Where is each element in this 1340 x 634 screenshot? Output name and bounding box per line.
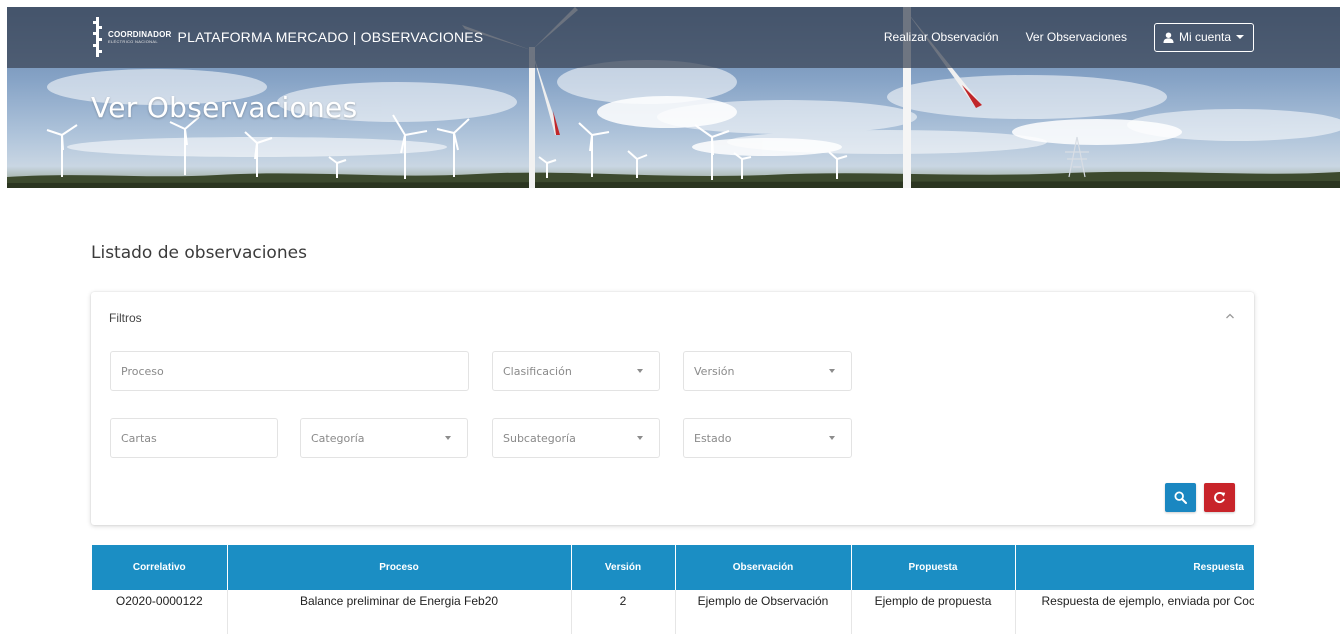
brand-subname: ELÉCTRICO NACIONAL [108,38,158,44]
cartas-field[interactable] [110,418,278,458]
search-icon [1174,491,1187,504]
estado-label: Estado [694,431,732,445]
top-navbar: COORDINADOR ELÉCTRICO NACIONAL PLATAFORM… [7,7,1340,68]
version-select[interactable]: Versión [683,351,852,391]
proceso-input[interactable] [121,364,458,378]
brand-logo[interactable]: COORDINADOR ELÉCTRICO NACIONAL PLATAFORM… [91,17,483,57]
filters-panel: Filtros Clasificación Versión Categoría … [91,292,1254,525]
clasificacion-select[interactable]: Clasificación [492,351,660,391]
chevron-down-icon [829,369,835,373]
categoria-label: Categoría [311,431,365,445]
cell-correlativo: O2020-0000122 [92,590,228,634]
account-label: Mi cuenta [1178,30,1231,44]
column-header-observacion[interactable]: Observación [675,545,852,590]
reset-button[interactable] [1204,483,1235,512]
app-title: PLATAFORMA MERCADO | OBSERVACIONES [177,29,484,45]
brand-name: COORDINADOR [108,29,172,39]
nav-realizar-observacion[interactable]: Realizar Observación [884,30,999,44]
column-header-version[interactable]: Versión [571,545,676,590]
caret-down-icon [1236,35,1244,39]
brand-wordmark: COORDINADOR ELÉCTRICO NACIONAL [108,29,172,44]
observations-table: Correlativo Proceso Versión Observación … [92,545,1254,634]
subcategoria-label: Subcategoría [503,431,576,445]
chevron-up-icon[interactable] [1224,310,1236,322]
chevron-down-icon [637,369,643,373]
logo-mark-icon [91,17,105,57]
cell-observacion: Ejemplo de Observación [675,590,852,634]
cell-version: 2 [571,590,676,634]
cell-proceso: Balance preliminar de Energia Feb20 [227,590,572,634]
clasificacion-label: Clasificación [503,364,572,378]
chevron-down-icon [445,436,451,440]
cartas-input[interactable] [121,431,267,445]
page-title: Ver Observaciones [91,91,358,124]
cell-propuesta: Ejemplo de propuesta [851,590,1016,634]
column-header-propuesta[interactable]: Propuesta [851,545,1016,590]
version-label: Versión [694,364,735,378]
subcategoria-select[interactable]: Subcategoría [492,418,660,458]
cell-respuesta: Respuesta de ejemplo, enviada por Coord [1041,594,1255,608]
account-menu-button[interactable]: Mi cuenta [1153,22,1254,52]
estado-select[interactable]: Estado [683,418,852,458]
chevron-down-icon [829,436,835,440]
column-header-correlativo[interactable]: Correlativo [92,545,228,590]
search-button[interactable] [1165,483,1196,512]
chevron-down-icon [637,436,643,440]
main-nav: Realizar Observación Ver Observaciones M… [884,21,1254,53]
table-header-row: Correlativo Proceso Versión Observación … [92,545,1254,590]
user-icon [1163,31,1174,43]
filters-heading: Filtros [109,311,142,325]
table-row[interactable]: O2020-0000122 Balance preliminar de Ener… [92,590,1254,634]
nav-ver-observaciones[interactable]: Ver Observaciones [1026,30,1127,44]
refresh-icon [1214,492,1226,504]
proceso-field[interactable] [110,351,469,391]
categoria-select[interactable]: Categoría [300,418,468,458]
column-header-respuesta[interactable]: Respuesta [1015,545,1254,590]
section-title: Listado de observaciones [91,243,307,263]
hero-banner: COORDINADOR ELÉCTRICO NACIONAL PLATAFORM… [7,7,1340,188]
column-header-proceso[interactable]: Proceso [227,545,572,590]
